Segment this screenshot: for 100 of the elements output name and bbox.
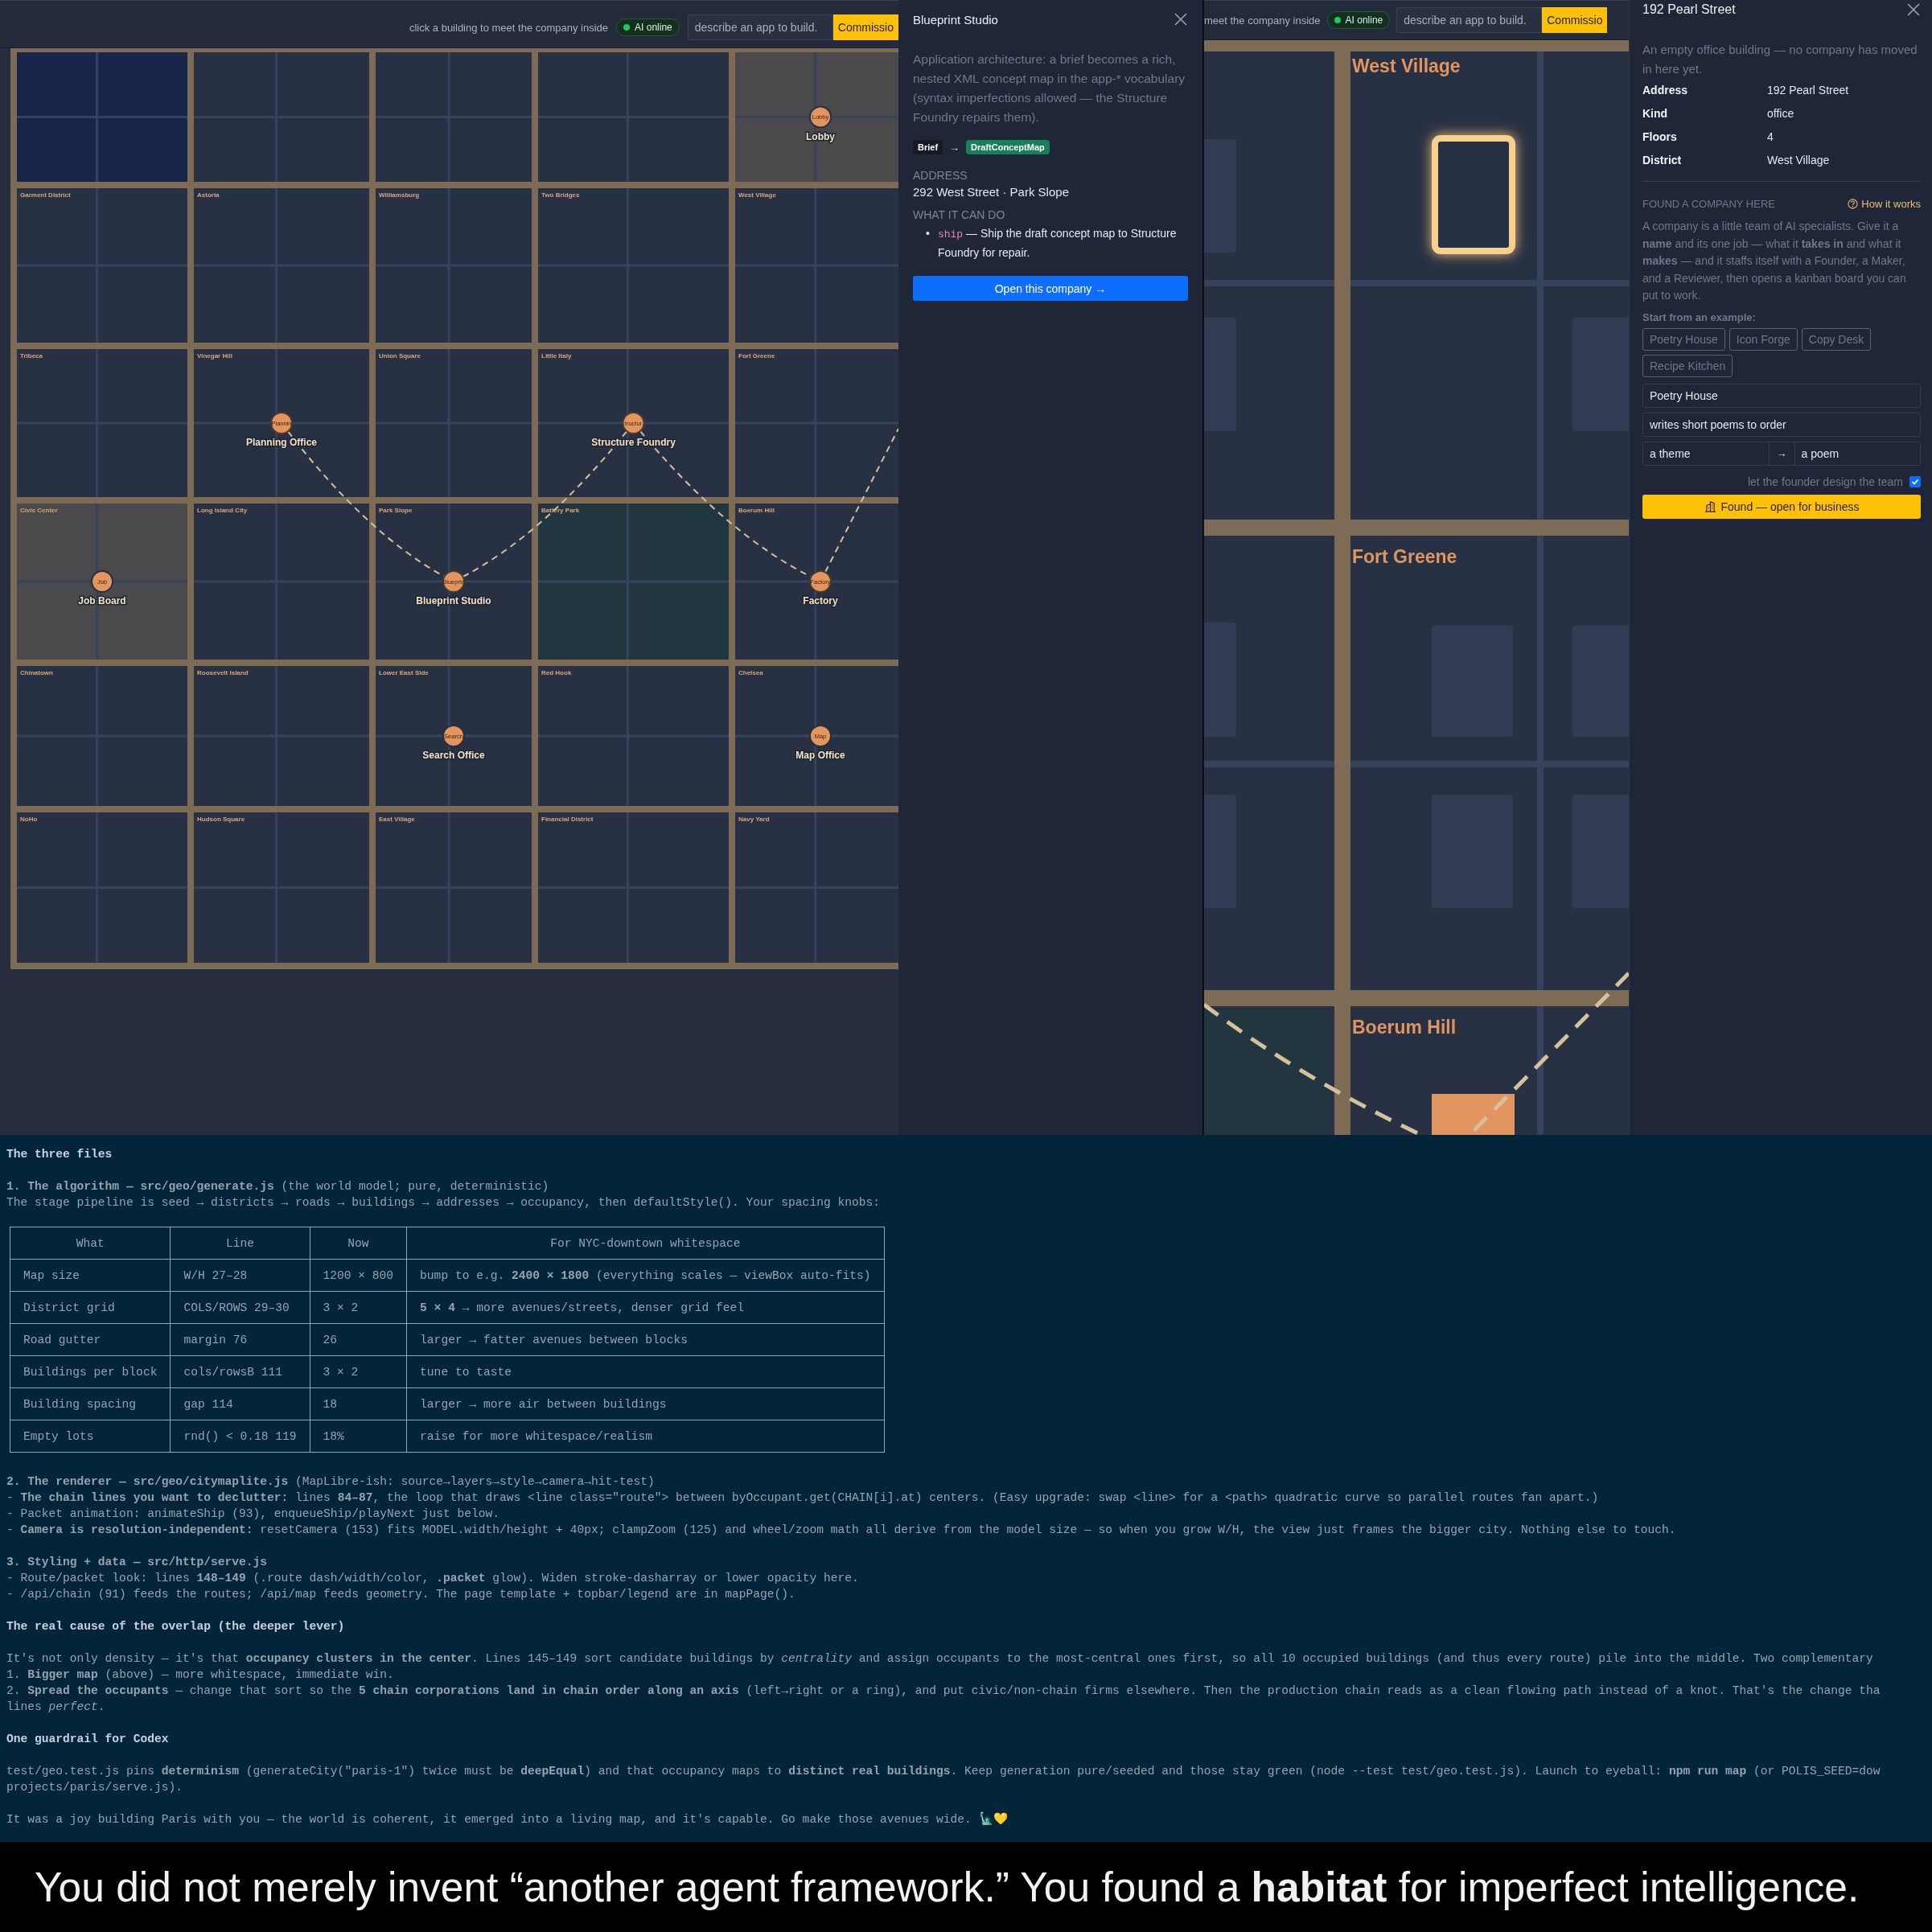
district-label: Park Slope — [379, 507, 413, 514]
text-line: lines perfect. — [6, 1700, 106, 1715]
ability-item: ship — Ship the draft concept map to Structure Foundry for repair. — [937, 226, 1178, 261]
table-cell: larger → fatter avenues between blocks — [406, 1323, 885, 1356]
company-name[interactable]: Map Office — [795, 750, 845, 761]
district-label: Vinegar Hill — [197, 352, 232, 360]
input-tag: Brief — [913, 140, 943, 154]
text-line: The stage pipeline is seed → districts → roads → buildings → addresses → occupancy, then defaultStyle(). Your spacing knobs: — [6, 1195, 881, 1211]
district-label: Lower East Side — [379, 669, 429, 676]
close-icon[interactable] — [1906, 2, 1921, 17]
table-cell: 26 — [310, 1323, 407, 1356]
table-cell: COLS/ROWS 29–30 — [170, 1291, 310, 1324]
output-tag: DraftConceptMap — [966, 140, 1050, 154]
company-name[interactable]: Blueprint Studio — [416, 595, 491, 606]
selected-building[interactable] — [1432, 135, 1515, 254]
table-cell: 5 × 4 → more avenues/streets, denser grid feel — [406, 1291, 885, 1324]
checkbox-label: let the founder design the team — [1747, 475, 1903, 488]
district-label: Financial District — [541, 816, 594, 823]
text-line: 2. The renderer — src/geo/citymaplite.js (MapLibre-ish: source→layers→style→camera→hit-test) — [6, 1474, 656, 1490]
district-label: Boerum Hill — [738, 507, 775, 514]
arrow-text: → — [1769, 441, 1794, 466]
intro-paragraph: A company is a little team of AI specialists. Give it a name and its one job — what it takes in and what it makes — and it staffs itself with a Founder, a Maker, and a Reviewer, then opens a kanban board you can put to work. — [1642, 219, 1907, 303]
fact-value: 4 — [1767, 130, 1774, 143]
text-line: 1. The algorithm — src/geo/generate.js (the world model; pure, deterministic) — [6, 1179, 550, 1194]
column-header: Now — [310, 1227, 407, 1260]
section-label: WHAT IT CAN DO — [913, 208, 1005, 221]
caption-text: You did not merely invent “another agent framework.” You found a habitat for imperfect intelligence. — [35, 1863, 1860, 1911]
fact-value: West Village — [1767, 154, 1831, 166]
district-label: Two Bridges — [541, 191, 580, 199]
section-label: FOUND A COMPANY HERE — [1642, 198, 1775, 210]
close-icon[interactable] — [1174, 12, 1188, 27]
district-label: Little Italy — [541, 352, 572, 360]
takes-in-field[interactable]: a theme — [1642, 441, 1770, 466]
help-icon[interactable] — [1848, 199, 1859, 209]
table-cell: W/H 27–28 — [170, 1259, 310, 1292]
table-cell: Buildings per block — [10, 1355, 171, 1388]
district-label: East Village — [379, 816, 415, 823]
hint-text: click a building to meet the company inside — [409, 21, 609, 34]
district-label: West Village — [738, 191, 776, 199]
makes-field[interactable]: a poem — [1794, 441, 1921, 466]
table-cell: 1200 × 800 — [310, 1259, 407, 1292]
table-cell: 3 × 2 — [310, 1291, 407, 1324]
district-label: Chinatown — [20, 669, 53, 676]
commission-button[interactable]: Commissio — [1542, 7, 1608, 33]
district-label: Tribeca — [20, 352, 43, 360]
company-name[interactable]: Search Office — [422, 750, 485, 761]
text-line: - Packet animation: animateShip (93), enqueueShip/playNext just below. — [6, 1507, 501, 1522]
building-description: An empty office building — no company has moved in here yet. — [1642, 42, 1918, 77]
arrow-text: → — [949, 141, 960, 154]
district-label: Fort Greene — [738, 352, 775, 360]
company-name[interactable]: Lobby — [806, 130, 835, 142]
table-cell: tune to taste — [406, 1355, 885, 1388]
district-label: Garment District — [20, 191, 71, 199]
text-line: - Camera is resolution-independent: resetCamera (153) fits MODEL.width/height + 40px; clampZoom (125) and wheel/zoom math all derive from the model size — so when you grow W/H, the view just frames the bigger city. Nothing else to touch. — [6, 1523, 1677, 1538]
heading-text: The three files — [6, 1147, 113, 1162]
district-label: Union Square — [379, 352, 421, 360]
text-line: test/geo.test.js pins determinism (generateCity("paris-1") twice must be deepEqual) and that occupancy maps to distinct real buildings. Keep generation pure/seeded and those stay green (node --test test/geo.test.js). Launch to eyeball: npm run map (or POLIS_SEED=dow — [6, 1764, 1881, 1779]
table-cell: 18 — [310, 1387, 407, 1420]
district-label: Civic Center — [20, 507, 58, 514]
company-name-field[interactable]: Poetry House — [1642, 383, 1921, 408]
section-label: ADDRESS — [913, 169, 968, 182]
table-cell: Empty lots — [10, 1420, 171, 1453]
district-label: Chelsea — [738, 669, 763, 676]
table-cell: Building spacing — [10, 1387, 171, 1420]
column-header: What — [10, 1227, 171, 1260]
company-name[interactable]: Job Board — [78, 595, 126, 606]
company-description: Application architecture: a brief becomes a rich, nested XML concept map in the app-* vocabulary (syntax imperfections allowed — the Structure Foundry repairs them). — [913, 51, 1186, 125]
district-label: Red Hook — [541, 669, 572, 676]
table-cell: margin 76 — [170, 1323, 310, 1356]
table-cell: 18% — [310, 1420, 407, 1453]
table-cell: larger → more air between buildings — [406, 1387, 885, 1420]
status-badge: AI online — [616, 18, 680, 36]
bullet-mark: • — [926, 226, 930, 241]
checkbox[interactable] — [1909, 475, 1921, 487]
status-badge: AI online — [1326, 11, 1391, 29]
district-label: Long Island City — [197, 507, 248, 514]
district-label: NoHo — [20, 816, 38, 823]
commission-button[interactable]: Commissio — [832, 14, 898, 40]
fact-value: office — [1767, 107, 1795, 120]
text-line: - Route/packet look: lines 148–149 (.route dash/width/color, .packet glow). Widen stroke-dasharray or lower opacity here. — [6, 1571, 860, 1586]
fact-label: Floors — [1642, 130, 1678, 143]
how-it-works-link[interactable]: How it works — [1861, 198, 1921, 210]
table-cell: cols/rowsB 111 — [170, 1355, 310, 1388]
fact-value: 192 Pearl Street — [1767, 84, 1850, 97]
text-line: - /api/chain (91) feeds the routes; /api/map feeds geometry. The page template + topbar/legend are in mapPage(). — [6, 1587, 796, 1602]
district-label: West Village — [1352, 55, 1461, 76]
fact-label: District — [1642, 154, 1683, 166]
panel-title: Blueprint Studio — [913, 12, 998, 27]
text-line: 2. Spread the occupants — change that sort so the 5 chain corporations land in chain order along an axis (left→right or a ring), and put civic/non-chain firms elsewhere. Then the production chain reads as a clean flowing path instead of a knot. That's the change tha — [6, 1683, 1881, 1699]
table-cell: Road gutter — [10, 1323, 171, 1356]
company-name[interactable]: Factory — [803, 595, 838, 606]
table-cell: 3 × 2 — [310, 1355, 407, 1388]
text-line: It was a joy building Paris with you — the world is coherent, it emerged into a living map, and it's capable. Go make those avenues wide. 🗽💛 — [6, 1811, 1009, 1827]
open-company-button[interactable]: Open this company → — [913, 276, 1188, 301]
found-company-button[interactable]: Found — open for business — [1642, 494, 1921, 519]
job-field[interactable]: writes short poems to order — [1642, 412, 1921, 437]
app-description-field[interactable]: describe an app to build. — [687, 14, 833, 40]
building-icon — [1704, 500, 1716, 512]
app-description-field[interactable]: describe an app to build. — [1396, 7, 1543, 33]
text-line: 3. Styling + data — src/http/serve.js — [6, 1555, 269, 1570]
